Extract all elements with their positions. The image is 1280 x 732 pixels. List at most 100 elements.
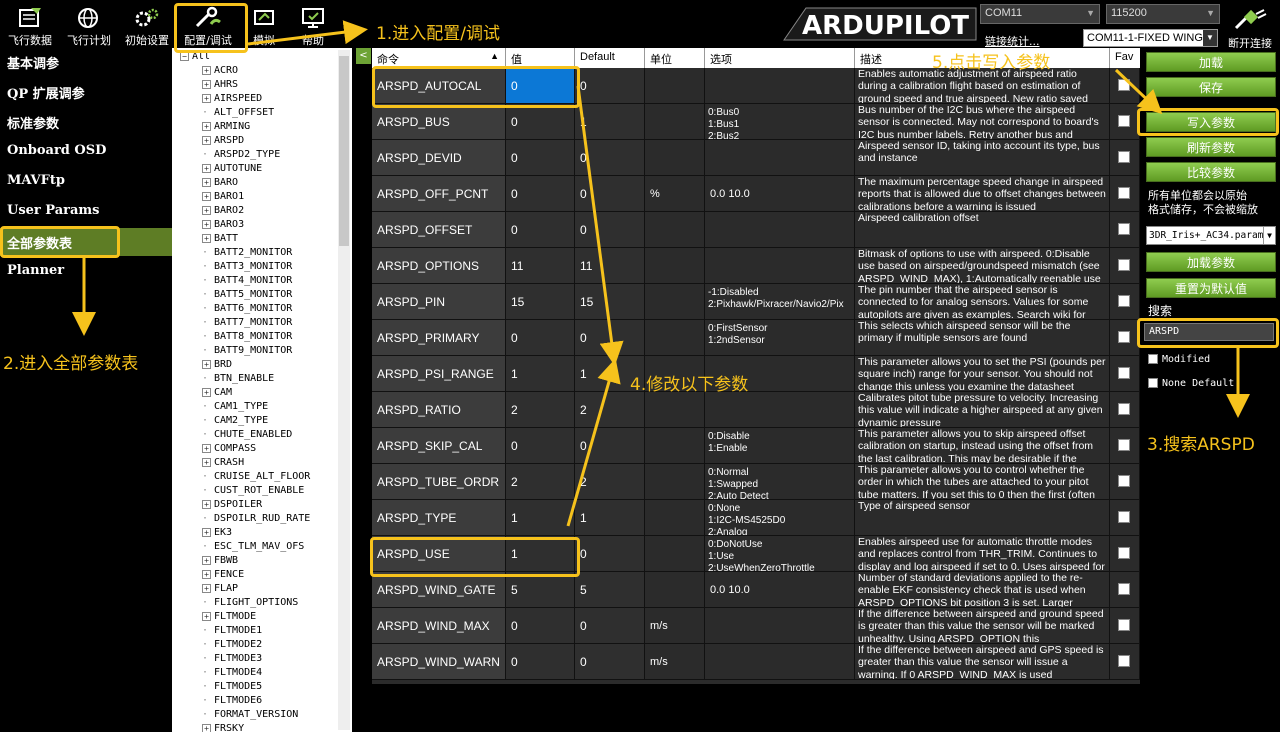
tree-scrollbar[interactable]: [338, 50, 350, 730]
tree-item[interactable]: + AHRS: [202, 78, 238, 92]
table-row[interactable]: ARSPD_SKIP_CAL 0 0 0:Disable 1:Enable This p…: [372, 428, 1140, 464]
tree-item[interactable]: + FRSKY: [202, 722, 244, 732]
fav-checkbox[interactable]: [1118, 259, 1130, 271]
checkbox-box[interactable]: [1148, 354, 1158, 364]
tree-item[interactable]: · BATT6_MONITOR: [202, 302, 292, 316]
compare-params-button[interactable]: 比较参数: [1146, 162, 1276, 182]
fav-checkbox[interactable]: [1118, 331, 1130, 343]
param-value-cell[interactable]: 0: [506, 644, 575, 680]
table-row[interactable]: ARSPD_PSI_RANGE 1 1 This parameter allows y…: [372, 356, 1140, 392]
tree-item[interactable]: · DSPOILR_RUD_RATE: [202, 512, 310, 526]
checkbox-box[interactable]: [1148, 378, 1158, 388]
initial-setup-button[interactable]: 初始设置: [120, 2, 174, 48]
fav-checkbox[interactable]: [1118, 403, 1130, 415]
expand-icon[interactable]: +: [202, 65, 211, 75]
save-button[interactable]: 保存: [1146, 77, 1276, 97]
expand-icon[interactable]: +: [202, 499, 211, 509]
collapse-tree-button[interactable]: <: [356, 48, 371, 64]
col-header-fav[interactable]: Fav: [1110, 48, 1140, 68]
param-value-cell[interactable]: 2: [506, 464, 575, 500]
tree-item[interactable]: · CUST_ROT_ENABLE: [202, 484, 304, 498]
fav-checkbox[interactable]: [1118, 439, 1130, 451]
expand-icon[interactable]: +: [202, 611, 211, 621]
param-value-cell[interactable]: 0: [506, 176, 575, 212]
menu-item-onboard-osd[interactable]: Onboard OSD: [0, 138, 172, 166]
fav-checkbox[interactable]: [1118, 583, 1130, 595]
fav-checkbox[interactable]: [1118, 367, 1130, 379]
fav-checkbox[interactable]: [1118, 511, 1130, 523]
tree-item[interactable]: · ESC_TLM_MAV_OFS: [202, 540, 304, 554]
col-header-command[interactable]: 命令 ▲: [372, 48, 506, 68]
fav-checkbox[interactable]: [1118, 619, 1130, 631]
simulation-button[interactable]: 模拟: [242, 2, 286, 48]
refresh-params-button[interactable]: 刷新参数: [1146, 137, 1276, 157]
table-row[interactable]: ARSPD_RATIO 2 2 Calibrates pitot tube press…: [372, 392, 1140, 428]
table-row[interactable]: ARSPD_TUBE_ORDR 2 2 0:Normal 1:Swapped 2:Au…: [372, 464, 1140, 500]
collapse-icon[interactable]: −: [180, 51, 189, 61]
tree-item[interactable]: · CAM2_TYPE: [202, 414, 268, 428]
menu-item-standard-params[interactable]: 标准参数: [0, 108, 172, 136]
tree-item[interactable]: + DSPOILER: [202, 498, 262, 512]
baud-rate-select[interactable]: 115200 ▼: [1106, 4, 1220, 24]
tree-item[interactable]: + FLAP: [202, 582, 238, 596]
table-row[interactable]: ARSPD_WIND_GATE 5 5 0.0 10.0 Number of stand…: [372, 572, 1140, 608]
flight-data-button[interactable]: 飞行数据: [2, 2, 58, 48]
tree-item[interactable]: · FORMAT_VERSION: [202, 708, 298, 722]
load-preset-button[interactable]: 加载参数: [1146, 252, 1276, 272]
com-port-select[interactable]: COM11 ▼: [980, 4, 1100, 24]
tree-item[interactable]: + BATT: [202, 232, 238, 246]
tree-item[interactable]: · FLTMODE2: [202, 638, 262, 652]
expand-icon[interactable]: +: [202, 527, 211, 537]
expand-icon[interactable]: +: [202, 583, 211, 593]
fav-checkbox[interactable]: [1118, 115, 1130, 127]
tree-item[interactable]: · BATT4_MONITOR: [202, 274, 292, 288]
expand-icon[interactable]: +: [202, 121, 211, 131]
table-row[interactable]: ARSPD_BUS 0 1 0:Bus0 1:Bus1 2:Bus2 Bus numbe…: [372, 104, 1140, 140]
tree-item[interactable]: · BATT2_MONITOR: [202, 246, 292, 260]
tree-item[interactable]: + BARO3: [202, 218, 244, 232]
col-header-value[interactable]: 值: [506, 48, 575, 68]
table-row[interactable]: ARSPD_DEVID 0 0 Airspeed sensor ID, taking …: [372, 140, 1140, 176]
fav-checkbox[interactable]: [1118, 79, 1130, 91]
table-row[interactable]: ARSPD_PRIMARY 0 0 0:FirstSensor 1:2ndSensor…: [372, 320, 1140, 356]
tree-item[interactable]: + ACRO: [202, 64, 238, 78]
expand-icon[interactable]: +: [202, 569, 211, 579]
col-header-default[interactable]: Default: [575, 48, 645, 68]
menu-item-planner[interactable]: Planner: [0, 258, 172, 286]
fav-checkbox[interactable]: [1118, 223, 1130, 235]
param-value-cell[interactable]: 1: [506, 536, 575, 572]
expand-icon[interactable]: +: [202, 387, 211, 397]
tree-item[interactable]: + ARSPD: [202, 134, 244, 148]
expand-icon[interactable]: +: [202, 443, 211, 453]
table-row[interactable]: ARSPD_AUTOCAL 0 0 Enables automatic adjustm…: [372, 68, 1140, 104]
tree-item[interactable]: + CRASH: [202, 456, 244, 470]
menu-item-user-params[interactable]: User Params: [0, 198, 172, 226]
tree-item[interactable]: · FLTMODE4: [202, 666, 262, 680]
param-value-cell[interactable]: 0: [506, 212, 575, 248]
tree-item[interactable]: + FENCE: [202, 568, 244, 582]
tree-item[interactable]: + FBWB: [202, 554, 238, 568]
table-row[interactable]: ARSPD_WIND_WARN 0 0 m/s If the difference be…: [372, 644, 1140, 680]
expand-icon[interactable]: +: [202, 457, 211, 467]
table-row[interactable]: ARSPD_PIN 15 15 -1:Disabled 2:Pixhawk/Pixra…: [372, 284, 1140, 320]
tree-item[interactable]: + AUTOTUNE: [202, 162, 262, 176]
expand-icon[interactable]: +: [202, 177, 211, 187]
expand-icon[interactable]: +: [202, 555, 211, 565]
param-file-select[interactable]: 3DR_Iris+_AC34.param ▼: [1146, 226, 1276, 245]
tree-item[interactable]: · ALT_OFFSET: [202, 106, 274, 120]
expand-icon[interactable]: +: [202, 219, 211, 229]
param-value-cell[interactable]: 15: [506, 284, 575, 320]
param-value-cell[interactable]: 0: [506, 68, 575, 104]
tree-item[interactable]: · BATT9_MONITOR: [202, 344, 292, 358]
search-input[interactable]: ARSPD: [1144, 323, 1274, 341]
tree-item[interactable]: + BRD: [202, 358, 232, 372]
param-value-cell[interactable]: 1: [506, 500, 575, 536]
fav-checkbox[interactable]: [1118, 655, 1130, 667]
menu-item-mavftp[interactable]: MAVFtp: [0, 168, 172, 196]
tree-item[interactable]: · BATT3_MONITOR: [202, 260, 292, 274]
expand-icon[interactable]: +: [202, 163, 211, 173]
tree-item[interactable]: + BARO2: [202, 204, 244, 218]
expand-icon[interactable]: +: [202, 359, 211, 369]
tree-item[interactable]: + BARO1: [202, 190, 244, 204]
disconnect-button[interactable]: 断开连接: [1222, 8, 1278, 51]
